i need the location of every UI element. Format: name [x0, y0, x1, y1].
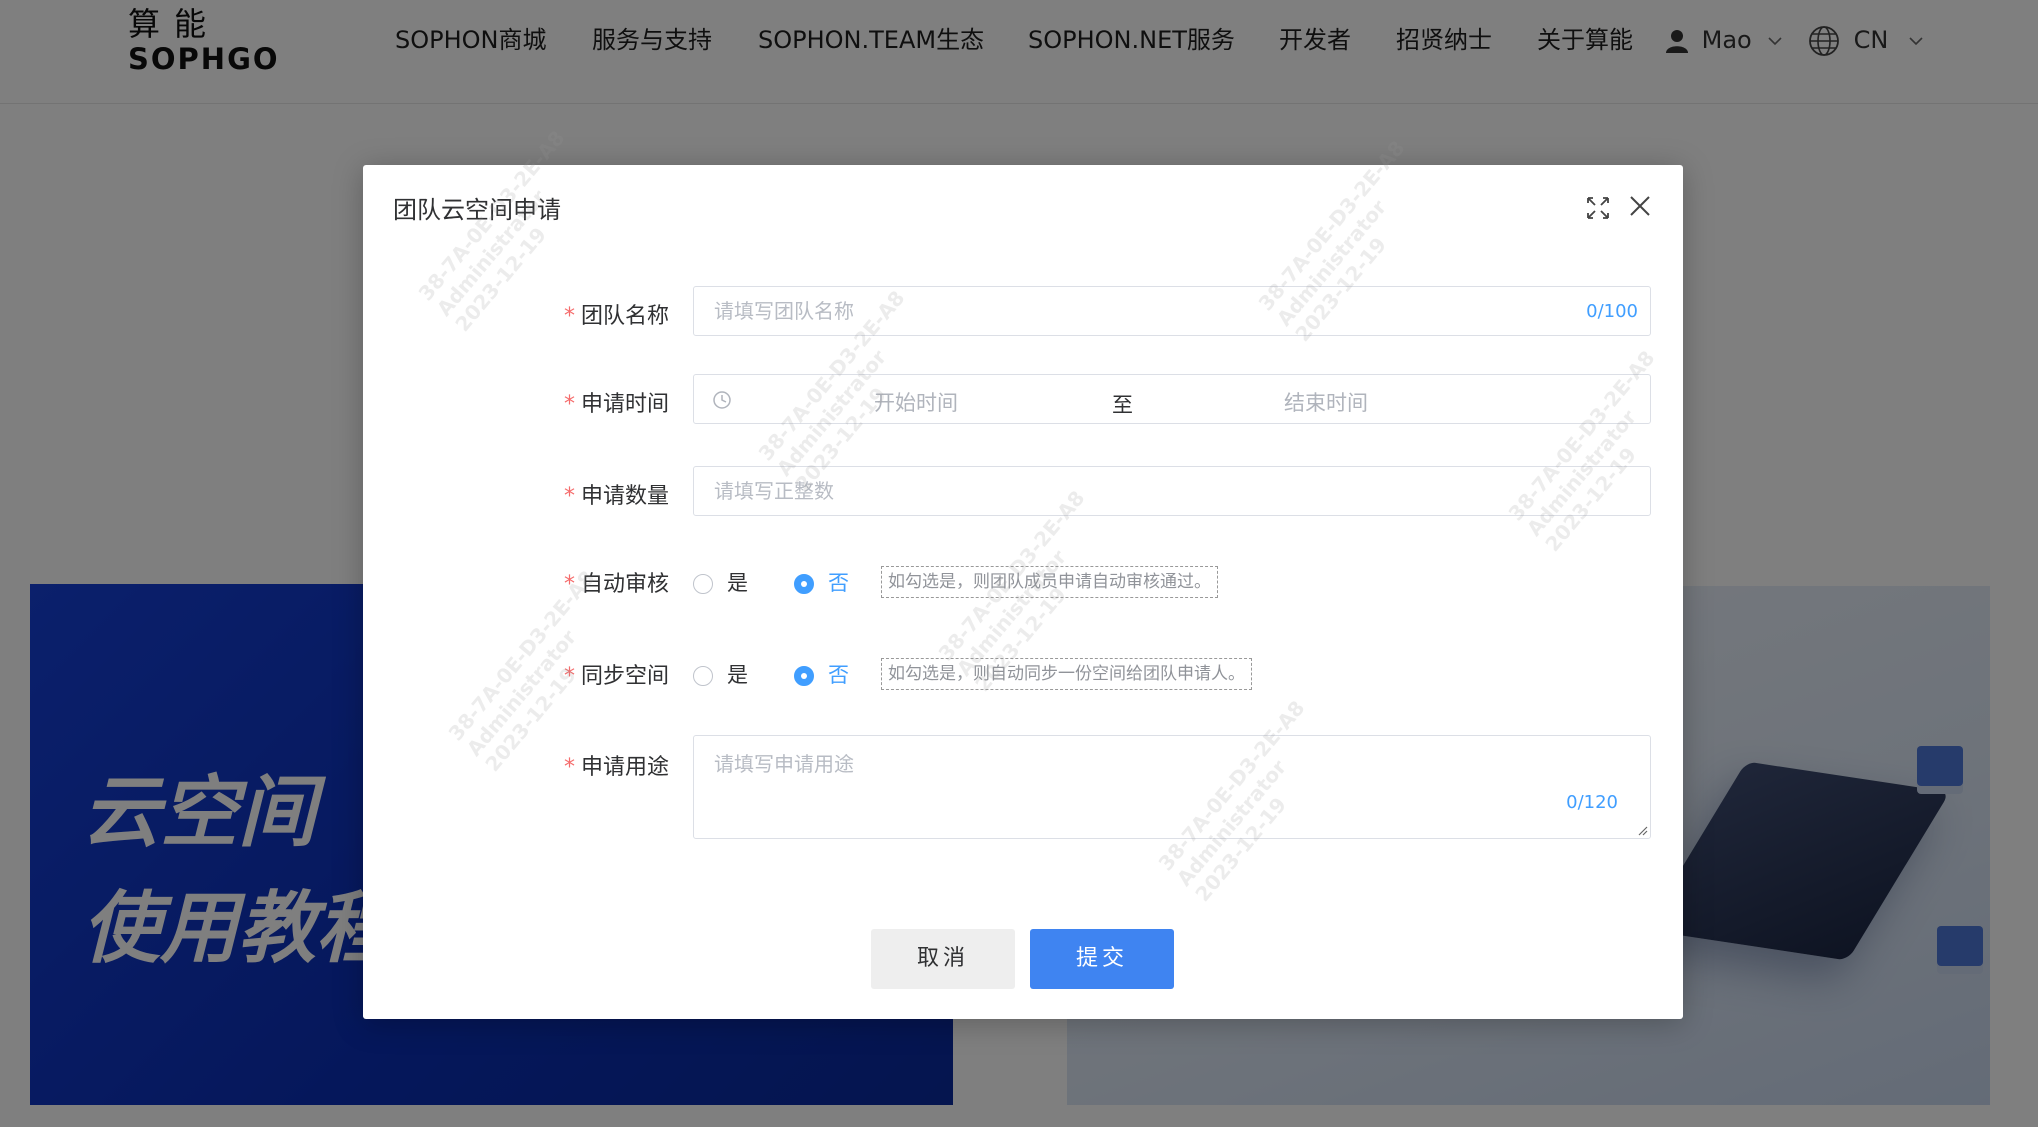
submit-button[interactable]: 提交: [1030, 929, 1174, 989]
team-cloud-space-application-dialog: 团队云空间申请 *团队名称 0/100 *申请时间 开始时间 至 结束时间: [363, 126, 1683, 1019]
resize-handle-icon[interactable]: [1636, 824, 1648, 836]
purpose-field[interactable]: 0/120: [693, 735, 1651, 839]
date-range-picker[interactable]: 开始时间 至 结束时间: [693, 374, 1651, 424]
team-name-char-counter: 0/100: [1586, 301, 1638, 322]
sync-space-no-radio[interactable]: 否: [794, 660, 849, 690]
team-name-field[interactable]: 0/100: [693, 286, 1651, 336]
required-asterisk: *: [563, 572, 575, 597]
auto-review-hint: 如勾选是，则团队成员申请自动审核通过。: [881, 566, 1218, 598]
required-asterisk: *: [563, 484, 575, 509]
purpose-textarea[interactable]: [694, 736, 1650, 838]
radio-circle-checked: [794, 574, 814, 594]
end-time-input[interactable]: 结束时间: [1284, 387, 1368, 417]
required-asterisk: *: [563, 392, 575, 417]
required-asterisk: *: [563, 664, 575, 689]
required-asterisk: *: [563, 304, 575, 329]
purpose-label: * 申请用途: [563, 755, 669, 780]
team-name-label: * 团队名称: [563, 304, 669, 329]
cancel-button[interactable]: 取消: [871, 929, 1015, 989]
fullscreen-icon[interactable]: [1585, 195, 1611, 221]
clock-icon: [713, 391, 731, 409]
auto-review-no-radio[interactable]: 否: [794, 568, 849, 598]
dialog-title: 团队云空间申请: [393, 196, 561, 224]
date-range-separator: 至: [1112, 393, 1133, 417]
radio-circle-checked: [794, 666, 814, 686]
radio-circle: [693, 574, 713, 594]
apply-count-field[interactable]: [693, 466, 1651, 516]
apply-time-label: * 申请时间: [563, 392, 669, 417]
sync-space-yes-radio[interactable]: 是: [693, 660, 748, 690]
auto-review-yes-radio[interactable]: 是: [693, 568, 748, 598]
purpose-char-counter: 0/120: [1566, 792, 1618, 813]
apply-count-label: * 申请数量: [563, 484, 669, 509]
sync-space-hint: 如勾选是，则自动同步一份空间给团队申请人。: [881, 658, 1252, 690]
auto-review-label: * 自动审核: [563, 572, 669, 597]
required-asterisk: *: [563, 755, 575, 780]
start-time-input[interactable]: 开始时间: [874, 387, 958, 417]
team-name-input[interactable]: [694, 287, 1650, 335]
close-icon[interactable]: [1625, 191, 1655, 221]
radio-circle: [693, 666, 713, 686]
apply-count-input[interactable]: [694, 467, 1650, 515]
sync-space-label: * 同步空间: [563, 664, 669, 689]
